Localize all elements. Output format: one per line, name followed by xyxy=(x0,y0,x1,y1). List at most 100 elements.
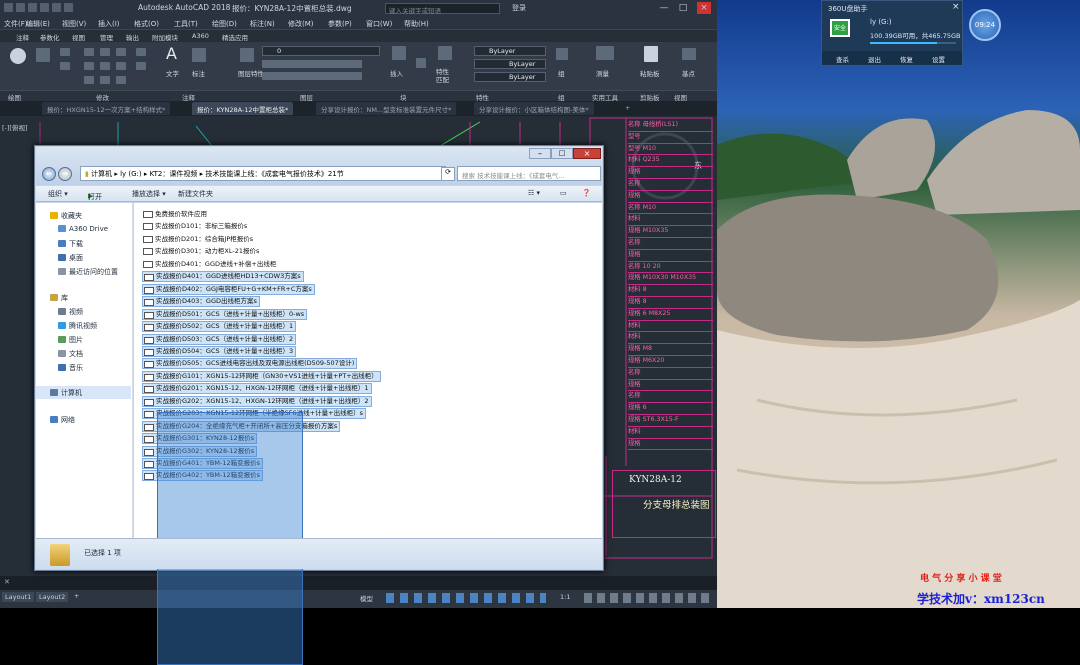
rotate-icon[interactable] xyxy=(100,48,110,56)
tab-addins[interactable]: 附加模块 xyxy=(152,32,178,42)
nav-computer[interactable]: 计算机 xyxy=(36,386,131,399)
open-icon[interactable] xyxy=(16,3,25,12)
view-options-icon[interactable]: ☷ ▾ xyxy=(528,189,540,197)
cad-search-input[interactable]: 键入关键字或短语 xyxy=(385,3,500,15)
nav-videos[interactable]: 视频 xyxy=(58,307,83,317)
search-input[interactable]: 搜索 技术技能课上线：《成套电气... xyxy=(457,166,601,181)
save-icon[interactable] xyxy=(28,3,37,12)
maximize-icon[interactable]: □ xyxy=(551,148,573,159)
tab-output[interactable]: 输出 xyxy=(126,32,139,42)
file-row[interactable]: 实战报价G202：XGN15-12、HXGN-12环网柜（进线+计量+出线柜）2 xyxy=(142,395,372,407)
circle-icon[interactable] xyxy=(10,48,26,64)
file-row[interactable]: 实战报价D401：GGD进线+补偿+出线柜 xyxy=(142,259,278,270)
new-icon[interactable] xyxy=(4,3,13,12)
measure-icon[interactable] xyxy=(596,46,614,60)
menu-tools[interactable]: 工具(T) xyxy=(174,19,198,29)
help-icon[interactable]: ❓ xyxy=(582,189,591,197)
layer-properties-icon[interactable] xyxy=(240,48,254,62)
doc-tab[interactable]: 分享设计报价：NM...型变标准装置元件尺寸* xyxy=(316,102,457,115)
draw-tool-icon[interactable] xyxy=(60,62,70,70)
back-icon[interactable]: ← xyxy=(42,167,56,181)
file-row[interactable]: 实战报价D501：GCS（进线+计量+出线柜）0-ws xyxy=(142,308,308,320)
close-icon[interactable]: × xyxy=(697,2,711,14)
layer-dropdown[interactable]: 0 xyxy=(262,46,380,56)
move-icon[interactable] xyxy=(84,48,94,56)
nav-recent[interactable]: 最近访问的位置 xyxy=(58,267,118,277)
close-icon[interactable]: × xyxy=(952,2,960,12)
nav-network[interactable]: 网络 xyxy=(50,415,75,425)
tab-manage[interactable]: 管理 xyxy=(100,32,113,42)
color-dropdown[interactable]: ByLayer xyxy=(474,46,546,56)
nav-tencent-video[interactable]: 腾讯视频 xyxy=(58,321,97,331)
file-row[interactable]: 实战报价D502：GCS（进线+计量+出线柜）1 xyxy=(142,321,297,333)
file-row[interactable]: 实战报价D505：GCS进线电容出线及双电源出线柜(D509-507设计) xyxy=(142,358,358,370)
menu-view[interactable]: 视图(V) xyxy=(62,19,86,29)
tab-parametric[interactable]: 参数化 xyxy=(40,32,60,42)
copy-icon[interactable] xyxy=(84,62,94,70)
login-button[interactable]: 登录 xyxy=(512,3,526,13)
tab-a360[interactable]: A360 xyxy=(192,32,209,40)
mirror-icon[interactable] xyxy=(100,62,110,70)
draw-tool-icon[interactable] xyxy=(60,48,70,56)
breadcrumb-subfolder[interactable]: 技术技能课上线：《成套电气报价技术》21节 xyxy=(205,170,343,178)
doc-tab[interactable]: 分享设计报价：小区箱体结构图-美体* xyxy=(474,102,594,115)
menu-insert[interactable]: 插入(I) xyxy=(98,19,120,29)
text-tool-icon[interactable]: A xyxy=(166,44,177,63)
preview-pane-icon[interactable]: ▭ xyxy=(560,189,567,197)
group-icon[interactable] xyxy=(556,48,568,60)
trim-icon[interactable] xyxy=(116,48,126,56)
offset-icon[interactable] xyxy=(136,62,146,70)
doc-tab[interactable]: 报价：HXGN15-12一次方案+结构样式* xyxy=(42,102,171,115)
nav-pictures[interactable]: 图片 xyxy=(58,335,83,345)
drafting-toggles[interactable] xyxy=(386,593,546,603)
breadcrumb-folder[interactable]: KT2：课件视频 xyxy=(150,170,198,178)
refresh-icon[interactable]: ⟳ xyxy=(441,167,455,181)
organize-button[interactable]: 组织 ▾ xyxy=(48,189,68,199)
layer-tools-icon[interactable] xyxy=(262,72,362,80)
doc-tab-active[interactable]: 报价：KYN28A-12中置柜总装* xyxy=(192,102,294,115)
redo-icon[interactable] xyxy=(64,3,73,12)
minimize-icon[interactable]: – xyxy=(529,148,551,159)
array-icon[interactable] xyxy=(116,76,126,84)
nav-documents[interactable]: 文档 xyxy=(58,349,83,359)
file-row[interactable]: 实战报价D503：GCS（进线+计量+出线柜）2 xyxy=(142,333,297,345)
saveas-icon[interactable] xyxy=(40,3,49,12)
scan-button[interactable]: 查杀 xyxy=(836,54,849,64)
explode-icon[interactable] xyxy=(136,48,146,56)
block-tool-icon[interactable] xyxy=(416,58,426,68)
layout-tab[interactable]: Layout2 xyxy=(36,592,69,602)
file-row[interactable]: 实战报价D504：GCS（进线+计量+出线柜）3 xyxy=(142,345,297,357)
add-layout-icon[interactable]: + xyxy=(74,592,79,600)
paste-icon[interactable] xyxy=(644,46,658,62)
minimize-icon[interactable]: — xyxy=(657,2,671,14)
clock-badge[interactable]: 09:24 xyxy=(969,9,1001,41)
layer-tools-icon[interactable] xyxy=(262,60,362,68)
insert-block-icon[interactable] xyxy=(392,46,406,60)
nav-favorites[interactable]: 收藏夹 xyxy=(50,211,82,221)
tab-view[interactable]: 视图 xyxy=(72,32,85,42)
breadcrumb-drive[interactable]: ly (G:) xyxy=(120,170,142,178)
nav-a360[interactable]: A360 Drive xyxy=(58,225,108,233)
breadcrumb-computer[interactable]: 计算机 xyxy=(91,170,112,178)
eject-button[interactable]: 退出 xyxy=(868,54,881,64)
new-tab-icon[interactable]: + xyxy=(620,102,635,115)
file-row[interactable]: 实战报价D401：GGD进线柜HD13+CDW3方案s xyxy=(142,271,304,283)
scale-icon[interactable] xyxy=(100,76,110,84)
annotation-scale[interactable]: 1:1 xyxy=(560,593,570,601)
layout-tab[interactable]: Layout1 xyxy=(2,592,35,602)
menu-window[interactable]: 窗口(W) xyxy=(366,19,392,29)
file-row[interactable]: 实战报价D101：非标三箱报价s xyxy=(142,221,249,232)
file-row[interactable]: 实战报价D301：动力柜XL-21报价s xyxy=(142,246,261,257)
tab-featured[interactable]: 精选应用 xyxy=(222,32,248,42)
dimension-icon[interactable] xyxy=(192,48,206,62)
base-point-icon[interactable] xyxy=(682,48,696,60)
settings-button[interactable]: 设置 xyxy=(932,54,945,64)
lineweight-dropdown[interactable]: ByLayer xyxy=(474,72,546,82)
model-space-button[interactable]: 模型 xyxy=(360,593,373,603)
file-row[interactable]: 实战报价D201：综合箱JP柜报价s xyxy=(142,234,255,245)
nav-libraries[interactable]: 库 xyxy=(50,293,68,303)
close-icon[interactable]: × xyxy=(573,148,601,159)
status-tools[interactable] xyxy=(584,593,712,603)
stretch-icon[interactable] xyxy=(84,76,94,84)
file-row[interactable]: 免费报价软件应用 xyxy=(142,209,209,220)
